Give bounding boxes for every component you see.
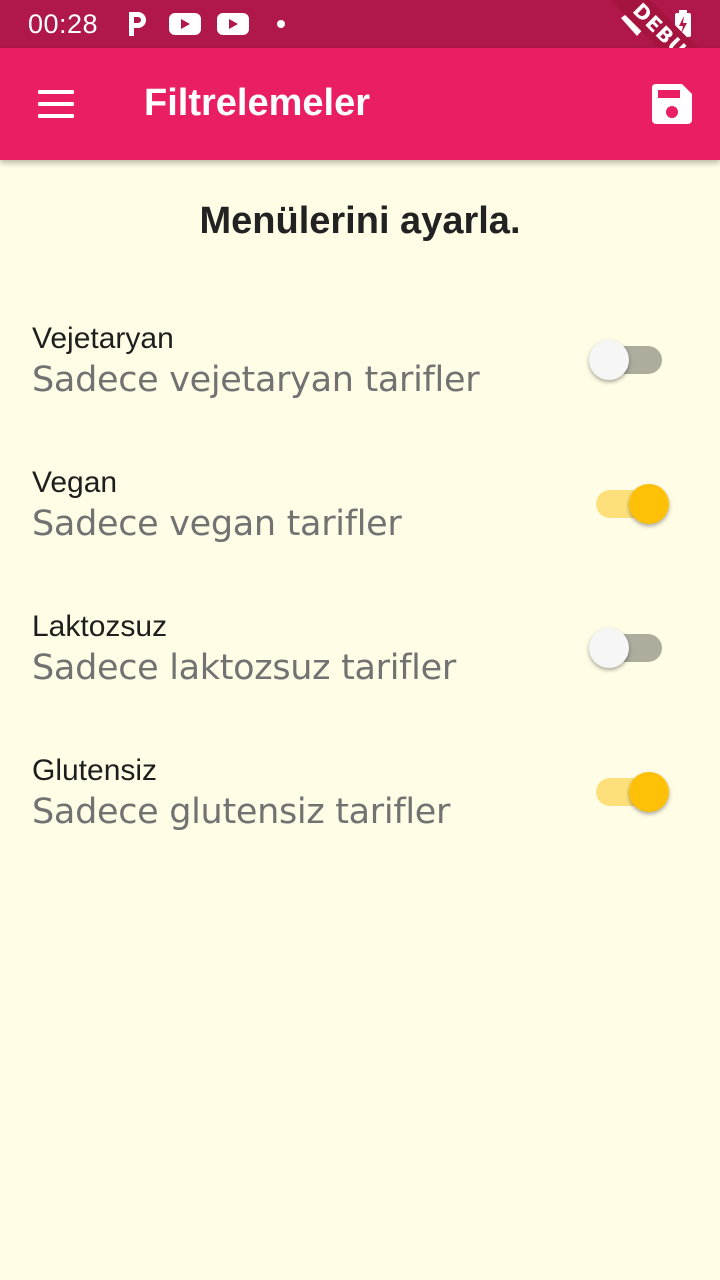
debug-banner: DEBUG	[585, 0, 720, 48]
app-bar: Filtrelemeler	[0, 48, 720, 160]
switch-thumb	[589, 628, 629, 668]
youtube-icon	[168, 10, 202, 38]
laktozsuz-switch[interactable]	[586, 624, 676, 672]
filter-subtitle: Sadece vejetaryan tarifler	[32, 360, 480, 400]
save-button[interactable]	[644, 76, 700, 132]
switch-thumb	[629, 772, 669, 812]
vegan-switch[interactable]	[586, 480, 676, 528]
save-icon	[651, 84, 692, 124]
dot-icon	[276, 10, 288, 38]
filter-row-glutensiz[interactable]: Glutensiz Sadece glutensiz tarifler	[0, 754, 720, 898]
filter-title: Laktozsuz	[32, 610, 168, 643]
status-bar: 00:28 DEBUG	[0, 0, 720, 48]
filter-row-vegan[interactable]: Vegan Sadece vegan tarifler	[0, 466, 720, 610]
switch-thumb	[629, 484, 669, 524]
switch-thumb	[589, 340, 629, 380]
filter-subtitle: Sadece vegan tarifler	[32, 504, 402, 544]
glutensiz-switch[interactable]	[586, 768, 676, 816]
vejetaryan-switch[interactable]	[586, 336, 676, 384]
filter-title: Vejetaryan	[32, 322, 174, 355]
menu-button[interactable]	[26, 76, 86, 132]
filter-row-laktozsuz[interactable]: Laktozsuz Sadece laktozsuz tarifler	[0, 610, 720, 754]
app-bar-title: Filtrelemeler	[144, 82, 370, 124]
menu-icon	[38, 90, 74, 94]
filter-subtitle: Sadece laktozsuz tarifler	[32, 648, 456, 688]
status-time: 00:28	[28, 9, 99, 39]
filter-subtitle: Sadece glutensiz tarifler	[32, 792, 451, 832]
page-heading: Menülerini ayarla.	[199, 200, 521, 242]
youtube-icon	[216, 10, 250, 38]
filter-row-vejetaryan[interactable]: Vejetaryan Sadece vejetaryan tarifler	[0, 322, 720, 466]
filter-title: Vegan	[32, 466, 118, 499]
filter-title: Glutensiz	[32, 754, 158, 787]
p-notification-icon	[126, 10, 148, 38]
